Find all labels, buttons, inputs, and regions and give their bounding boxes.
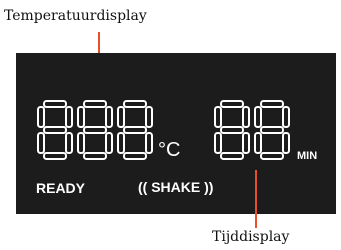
segment-a [83,100,107,108]
segment-a [43,100,67,108]
segment-a [260,100,284,108]
segment-f [77,106,85,128]
segment-c [145,132,153,154]
segment-g [260,126,284,134]
segment-g [123,126,147,134]
shake-indicator: (( SHAKE )) [138,179,214,195]
segment-b [145,106,153,128]
ready-indicator: READY [36,180,86,196]
segment-g [220,126,244,134]
segment-f [37,106,45,128]
time-digits [214,100,290,160]
time-unit: MIN [297,150,318,162]
segment-e [117,132,125,154]
segment-b [65,106,73,128]
temperature-callout-label: Temperatuurdisplay [4,8,147,24]
segment-a [220,100,244,108]
temperature-digits [37,100,153,160]
display-panel: °C MIN READY (( SHAKE )) [16,53,336,214]
segment-b [105,106,113,128]
time-callout-label: Tijddisplay [212,229,290,245]
segment-f [117,106,125,128]
segment-e [37,132,45,154]
segment-c [105,132,113,154]
segment-a [123,100,147,108]
segment-e [77,132,85,154]
segment-g [43,126,67,134]
segment-g [83,126,107,134]
segment-f [214,106,222,128]
segment-d [43,152,67,160]
segment-c [242,132,250,154]
segment-d [83,152,107,160]
segment-d [123,152,147,160]
temperature-unit: °C [158,139,181,161]
segment-e [254,132,262,154]
segment-b [282,106,290,128]
segment-f [254,106,262,128]
time-leader-line [255,170,257,228]
segment-c [65,132,73,154]
segment-d [220,152,244,160]
segment-d [260,152,284,160]
segment-e [214,132,222,154]
segment-c [282,132,290,154]
segment-b [242,106,250,128]
